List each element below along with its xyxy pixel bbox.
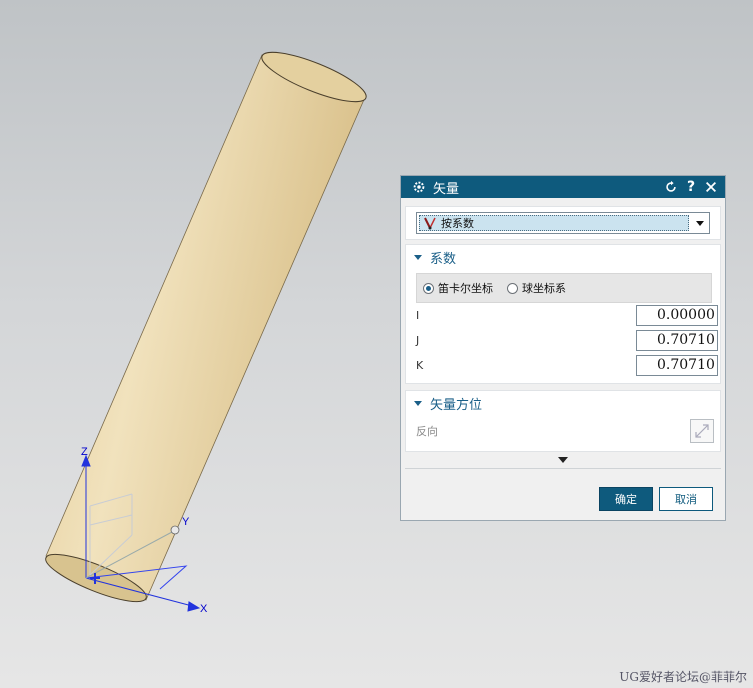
coefficient-i-input[interactable]: 0.00000 <box>636 305 718 326</box>
z-axis-label: Z <box>81 446 88 458</box>
reverse-label: 反向 <box>416 425 438 438</box>
help-icon[interactable]: ? <box>683 179 699 195</box>
coefficient-row-k: K 0.70710 <box>406 353 720 378</box>
dialog-buttons: 确定 取消 <box>401 487 725 511</box>
cancel-button[interactable]: 取消 <box>659 487 713 511</box>
coefficients-section-header[interactable]: 系数 <box>406 245 720 269</box>
coefficients-panel: 系数 笛卡尔坐标 球坐标系 I 0.00000 J 0.70710 K 0.70… <box>405 244 721 384</box>
collapse-triangle-icon <box>414 254 422 260</box>
type-dropdown[interactable]: 按系数 <box>416 212 710 234</box>
spherical-radio[interactable] <box>507 282 518 294</box>
coefficient-row-j: J 0.70710 <box>406 328 720 353</box>
y-axis-label: Y <box>182 516 190 528</box>
type-dropdown-label: 按系数 <box>441 217 474 230</box>
gear-icon[interactable] <box>411 179 427 195</box>
y-axis-handle <box>170 525 180 535</box>
x-axis-label: X <box>200 603 208 615</box>
orientation-panel: 矢量方位 反向 <box>405 390 721 452</box>
expand-more-icon <box>558 457 568 463</box>
vector-coefficient-icon <box>423 216 437 230</box>
dialog-titlebar[interactable]: 矢量 ? <box>401 176 725 198</box>
coefficient-row-i: I 0.00000 <box>406 303 720 328</box>
collapse-triangle-icon <box>414 400 422 406</box>
orientation-section-title: 矢量方位 <box>430 397 483 413</box>
coefficients-section-title: 系数 <box>430 251 457 267</box>
coefficient-j-label: J <box>416 334 420 347</box>
dialog-title: 矢量 <box>433 181 460 197</box>
more-options-toggle[interactable] <box>405 452 721 469</box>
cartesian-radio[interactable] <box>423 282 434 294</box>
reset-icon[interactable] <box>663 179 679 195</box>
chevron-down-icon[interactable] <box>691 213 709 233</box>
coefficient-k-input[interactable]: 0.70710 <box>636 355 718 376</box>
cartesian-option[interactable]: 笛卡尔坐标 <box>423 280 493 296</box>
cylinder-body <box>45 54 367 601</box>
spherical-option[interactable]: 球坐标系 <box>507 280 566 296</box>
cartesian-label: 笛卡尔坐标 <box>438 282 493 295</box>
orientation-section-header[interactable]: 矢量方位 <box>406 391 720 415</box>
coefficient-i-label: I <box>416 309 420 322</box>
coefficient-j-input[interactable]: 0.70710 <box>636 330 718 351</box>
type-panel: 按系数 <box>405 206 721 240</box>
spherical-label: 球坐标系 <box>522 282 566 295</box>
reverse-arrows-icon <box>695 424 709 438</box>
watermark-text: UG爱好者论坛@菲菲尔 <box>619 670 747 684</box>
ok-button[interactable]: 确定 <box>599 487 653 511</box>
coefficient-k-label: K <box>416 359 424 372</box>
vector-dialog: 矢量 ? 按系数 系数 笛卡尔坐标 球坐标系 I 0.00000 J 0.707… <box>400 175 726 521</box>
coordinate-system-options: 笛卡尔坐标 球坐标系 <box>416 273 712 303</box>
type-dropdown-value: 按系数 <box>419 215 689 231</box>
close-icon[interactable] <box>703 179 719 195</box>
reverse-row: 反向 <box>406 415 720 445</box>
reverse-direction-button[interactable] <box>690 419 714 443</box>
